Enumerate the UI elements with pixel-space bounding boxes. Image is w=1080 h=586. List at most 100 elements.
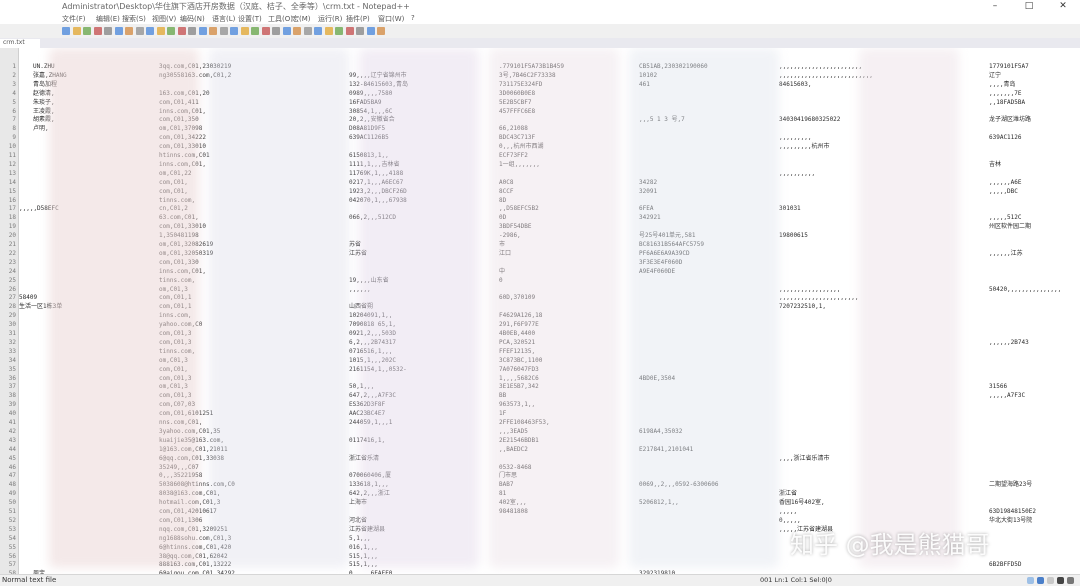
text-segment: 卢明,: [33, 125, 49, 133]
blur-overlay-2: [209, 48, 349, 568]
line-number: 55: [8, 543, 16, 551]
text-segment: 香园16号402室,: [779, 499, 825, 507]
replace-icon[interactable]: [198, 27, 207, 35]
print-icon[interactable]: [125, 27, 133, 35]
menu-item-12[interactable]: ?: [411, 14, 415, 22]
all-chars-icon[interactable]: [261, 27, 270, 35]
record-macro-icon[interactable]: [335, 27, 343, 35]
text-segment: 辽宁: [989, 71, 1002, 79]
window-controls: – □ ✕: [978, 0, 1080, 13]
line-number: 57: [8, 561, 16, 569]
line-number: 12: [8, 160, 16, 168]
line-number: 2: [12, 71, 16, 79]
zoom-in-icon[interactable]: [209, 27, 217, 35]
text-segment: ,,,,青岛: [989, 80, 1016, 88]
menu-item-1[interactable]: 编辑(E): [96, 14, 120, 24]
sync-h-icon[interactable]: [240, 27, 249, 35]
cut-icon[interactable]: [135, 27, 144, 35]
menu-item-7[interactable]: 工具(O): [268, 14, 293, 24]
text-segment: ,,,,,,2B743: [989, 338, 1029, 346]
menu-item-10[interactable]: 插件(P): [346, 14, 370, 24]
menu-item-5[interactable]: 语言(L): [212, 14, 235, 24]
text-segment: 1779101F5A7: [989, 63, 1029, 70]
text-editor[interactable]: 周宝 6@aiqou.com,C01,34292 0,,,,,6FAFF0 32923…: [19, 48, 1080, 574]
open-folder-icon[interactable]: [72, 27, 81, 35]
tray-icons: [1027, 577, 1074, 584]
close-icon[interactable]: [104, 27, 112, 35]
udl-icon[interactable]: [282, 27, 291, 35]
paste-icon[interactable]: [156, 27, 165, 35]
word-wrap-icon[interactable]: [251, 27, 259, 35]
zoom-out-icon[interactable]: [219, 27, 228, 35]
save-all-icon[interactable]: [93, 27, 102, 35]
play-macro-icon[interactable]: [356, 27, 364, 35]
save-icon[interactable]: [83, 27, 91, 35]
copy-icon[interactable]: [146, 27, 154, 35]
cursor-position: 001 Ln:1 Col:1 Sel:0|0: [760, 576, 832, 584]
menu-item-9[interactable]: 运行(R): [318, 14, 342, 24]
menu-item-3[interactable]: 视图(V): [152, 14, 176, 24]
menu-item-4[interactable]: 编码(N): [180, 14, 205, 24]
maximize-button[interactable]: □: [1012, 0, 1046, 13]
line-number: 45: [8, 454, 16, 462]
line-number: 56: [8, 552, 16, 560]
undo-icon[interactable]: [167, 27, 175, 35]
menu-item-6[interactable]: 设置(T): [238, 14, 262, 24]
watermark: 知乎 @我是熊猫哥: [790, 531, 990, 559]
text-segment: 301031: [779, 205, 801, 213]
text-segment: ,,,,,,,,,,,,,,,,,: [779, 285, 841, 293]
line-number: 41: [8, 419, 16, 426]
tab-crm-txt[interactable]: crm.txt: [0, 39, 40, 48]
text-segment: 34030419680325022: [779, 116, 841, 124]
line-number-gutter: 1 2 3 4 5 6 7 8 9 10 11 12 13 14 15 16 17 18 19 20 21 22 23 24 2…: [0, 48, 19, 577]
line-number: 18: [8, 214, 16, 222]
line-number: 28: [8, 303, 16, 311]
indent-guide-icon[interactable]: [272, 27, 280, 35]
menu-item-2[interactable]: 搜索(S): [122, 14, 146, 24]
menu-item-11[interactable]: 窗口(W): [378, 14, 404, 24]
text-segment: ,,,,,DBC: [989, 187, 1018, 195]
line-number: 9: [12, 134, 16, 142]
line-number: 3: [12, 80, 16, 88]
save-macro-icon[interactable]: [377, 27, 385, 35]
redo-icon[interactable]: [177, 27, 186, 35]
text-segment: ,,,,,: [779, 508, 798, 515]
text-segment: ,,,,,A7F3C: [989, 392, 1026, 400]
blur-overlay-6: [859, 48, 959, 568]
line-number: 30: [8, 321, 16, 329]
line-number: 13: [8, 169, 16, 177]
stop-macro-icon[interactable]: [345, 27, 354, 35]
text-segment: 63D19848150E2: [989, 508, 1036, 515]
text-segment: ,,,,,,,,,,,,,,,,,,,,,,: [779, 294, 859, 302]
sync-v-icon[interactable]: [230, 27, 238, 35]
close-button[interactable]: ✕: [1046, 0, 1080, 13]
line-number: 38: [8, 392, 16, 400]
text-segment: ,,,,,,,7E: [989, 89, 1022, 97]
run-macro-icon[interactable]: [366, 27, 375, 35]
minimize-button[interactable]: –: [978, 0, 1012, 13]
folder-workspace-icon[interactable]: [314, 27, 322, 35]
line-number: 36: [8, 374, 16, 382]
line-number: 21: [8, 241, 16, 248]
blur-overlay-4: [489, 48, 619, 568]
doc-map-icon[interactable]: [293, 27, 301, 35]
text-segment: 50420,,,,,,,,,,,,,,,: [989, 285, 1062, 293]
close-all-icon[interactable]: [114, 27, 123, 35]
text-segment: 58409: [19, 294, 38, 302]
menu-item-8[interactable]: 宏(M): [292, 14, 311, 24]
text-segment: ,,,,,512C: [989, 214, 1022, 222]
line-number: 27: [8, 294, 16, 302]
text-segment: 吉林: [989, 160, 1002, 168]
find-icon[interactable]: [188, 27, 196, 35]
monitor-icon[interactable]: [324, 27, 333, 35]
text-segment: 84615603,: [779, 80, 812, 88]
line-number: 33: [8, 347, 16, 355]
tray-icon-2: [1037, 577, 1044, 584]
tray-icon-4: [1057, 577, 1064, 584]
new-file-icon[interactable]: [62, 27, 70, 35]
line-number: 46: [8, 463, 16, 471]
function-list-icon[interactable]: [303, 27, 312, 35]
text-segment: ,,,,,,,,,,: [779, 169, 816, 177]
toolbar: [0, 24, 1080, 39]
menu-item-0[interactable]: 文件(F): [62, 14, 86, 24]
